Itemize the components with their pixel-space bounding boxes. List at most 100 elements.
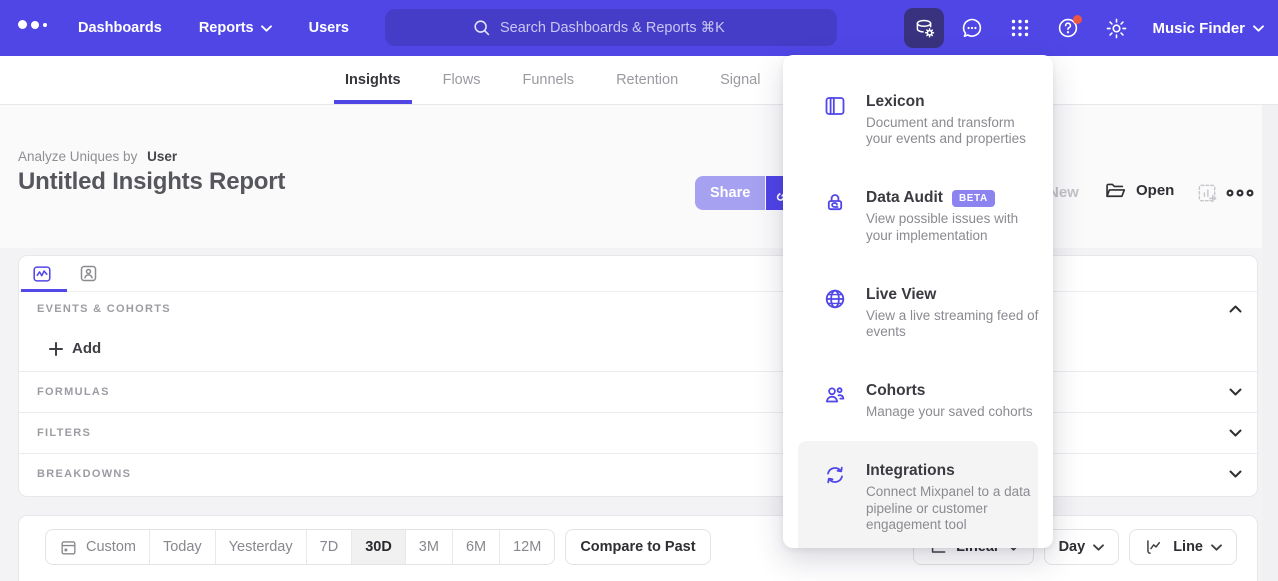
report-tabbar: Insights Flows Funnels Retention Signal …: [0, 56, 1278, 105]
range-30d[interactable]: 30D: [351, 530, 405, 564]
data-management-button[interactable]: [904, 8, 944, 48]
breadcrumb: Analyze Uniques by User: [18, 149, 177, 164]
menu-item-title: Data Audit: [866, 189, 943, 207]
chevron-down-icon: [1211, 544, 1222, 551]
primary-nav: Dashboards Reports Users: [78, 0, 349, 56]
add-event-button[interactable]: Add: [19, 326, 1257, 371]
cohorts-icon: [823, 383, 847, 407]
menu-item-desc: Manage your saved cohorts: [866, 404, 1044, 420]
range-12m[interactable]: 12M: [499, 530, 554, 564]
menu-item-integrations[interactable]: Integrations Connect Mixpanel to a data …: [798, 441, 1038, 548]
active-tab-underline: [21, 289, 67, 292]
help-button[interactable]: [1048, 8, 1088, 48]
menu-item-desc: View possible issues with your implement…: [866, 211, 1044, 243]
data-stack-gear-icon: [913, 17, 936, 40]
builder-tabs: [19, 256, 1257, 292]
chevron-down-icon: [1229, 470, 1242, 478]
search-icon: [472, 18, 491, 37]
report-header: Analyze Uniques by User Untitled Insight…: [0, 105, 1262, 248]
chevron-down-icon: [1229, 429, 1242, 437]
menu-item-lexicon[interactable]: Lexicon Document and transform your even…: [798, 72, 1038, 168]
menu-item-desc: View a live streaming feed of events: [866, 308, 1044, 340]
menu-item-cohorts[interactable]: Cohorts Manage your saved cohorts: [798, 361, 1038, 441]
share-button[interactable]: Share: [695, 176, 765, 210]
calendar-icon: [59, 538, 78, 557]
project-switcher[interactable]: Music Finder: [1152, 20, 1264, 37]
query-builder-card: EVENTS & COHORTS Add FORMULAS FILTERS BR…: [18, 255, 1258, 497]
plus-icon: [49, 342, 63, 356]
tab-flows[interactable]: Flows: [432, 56, 492, 104]
add-to-board-button[interactable]: [1196, 182, 1219, 205]
data-audit-icon: [823, 190, 847, 214]
navbar-right: Music Finder: [904, 0, 1264, 56]
data-tools-menu: Lexicon Document and transform your even…: [783, 55, 1053, 548]
integrations-sync-icon: [823, 463, 847, 487]
menu-item-title: Live View: [866, 286, 936, 304]
range-today[interactable]: Today: [149, 530, 215, 564]
analyze-entity-selector[interactable]: User: [147, 149, 177, 164]
section-breakdowns[interactable]: BREAKDOWNS: [19, 453, 1257, 494]
chevron-down-icon: [1253, 25, 1264, 32]
gear-icon: [1105, 17, 1128, 40]
tab-retention[interactable]: Retention: [605, 56, 689, 104]
project-name: Music Finder: [1152, 20, 1245, 37]
chart-add-dashed-icon: [1196, 182, 1219, 205]
page-title[interactable]: Untitled Insights Report: [18, 168, 285, 196]
range-7d[interactable]: 7D: [306, 530, 352, 564]
scrollbar-gutter: [1262, 56, 1278, 581]
tab-signal[interactable]: Signal: [709, 56, 771, 104]
interval-dropdown[interactable]: Day: [1044, 529, 1120, 565]
range-yesterday[interactable]: Yesterday: [215, 530, 306, 564]
menu-item-live-view[interactable]: Live View View a live streaming feed of …: [798, 265, 1038, 361]
notification-dot: [1073, 15, 1082, 24]
date-range-control: Custom Today Yesterday 7D 30D 3M 6M 12M: [45, 529, 555, 565]
range-6m[interactable]: 6M: [452, 530, 499, 564]
menu-item-title: Integrations: [866, 462, 955, 480]
apps-grid-button[interactable]: [1000, 8, 1040, 48]
section-formulas[interactable]: FORMULAS: [19, 371, 1257, 412]
compare-to-past-button[interactable]: Compare to Past: [565, 529, 710, 565]
insights-report-page: Dashboards Reports Users: [0, 0, 1278, 581]
grid-icon: [1009, 17, 1031, 39]
chevron-down-icon: [1229, 388, 1242, 396]
line-chart-icon: [1144, 537, 1165, 558]
chat-bubble-icon: [960, 16, 984, 40]
lexicon-icon: [823, 94, 847, 118]
chart-toolbar-card: Custom Today Yesterday 7D 30D 3M 6M 12M …: [18, 515, 1258, 581]
analyze-label: Analyze Uniques by: [18, 149, 137, 164]
folder-icon: [1104, 179, 1127, 202]
nav-users[interactable]: Users: [309, 20, 349, 36]
nav-dashboards[interactable]: Dashboards: [78, 20, 162, 36]
beta-badge: BETA: [952, 190, 995, 207]
ellipsis-icon: [1226, 188, 1254, 198]
tab-funnels[interactable]: Funnels: [511, 56, 585, 104]
global-search[interactable]: [385, 9, 837, 46]
settings-button[interactable]: [1096, 8, 1136, 48]
menu-item-desc: Connect Mixpanel to a data pipeline or c…: [866, 484, 1044, 533]
feedback-button[interactable]: [952, 8, 992, 48]
tab-user-profiles[interactable]: [77, 263, 99, 285]
chevron-down-icon: [261, 25, 272, 32]
open-report-button[interactable]: Open: [1104, 179, 1174, 202]
mixpanel-logo-icon[interactable]: [18, 20, 47, 29]
section-filters[interactable]: FILTERS: [19, 412, 1257, 453]
range-custom[interactable]: Custom: [46, 530, 149, 564]
tab-events-chart[interactable]: [31, 263, 53, 285]
menu-item-data-audit[interactable]: Data Audit BETA View possible issues wit…: [798, 168, 1038, 264]
menu-item-desc: Document and transform your events and p…: [866, 115, 1044, 147]
menu-item-title: Lexicon: [866, 93, 925, 111]
person-card-icon: [78, 263, 99, 284]
top-navbar: Dashboards Reports Users: [0, 0, 1278, 56]
nav-reports[interactable]: Reports: [199, 20, 272, 36]
chevron-down-icon: [1093, 544, 1104, 551]
section-events-cohorts[interactable]: EVENTS & COHORTS: [19, 292, 1257, 326]
more-actions-button[interactable]: [1226, 188, 1254, 198]
range-3m[interactable]: 3M: [405, 530, 452, 564]
tab-insights[interactable]: Insights: [334, 56, 412, 104]
chevron-up-icon: [1229, 305, 1242, 313]
chart-type-dropdown[interactable]: Line: [1129, 529, 1237, 565]
search-input[interactable]: [500, 20, 750, 36]
globe-icon: [823, 287, 847, 311]
chart-pulse-icon: [31, 263, 53, 285]
menu-item-title: Cohorts: [866, 382, 925, 400]
